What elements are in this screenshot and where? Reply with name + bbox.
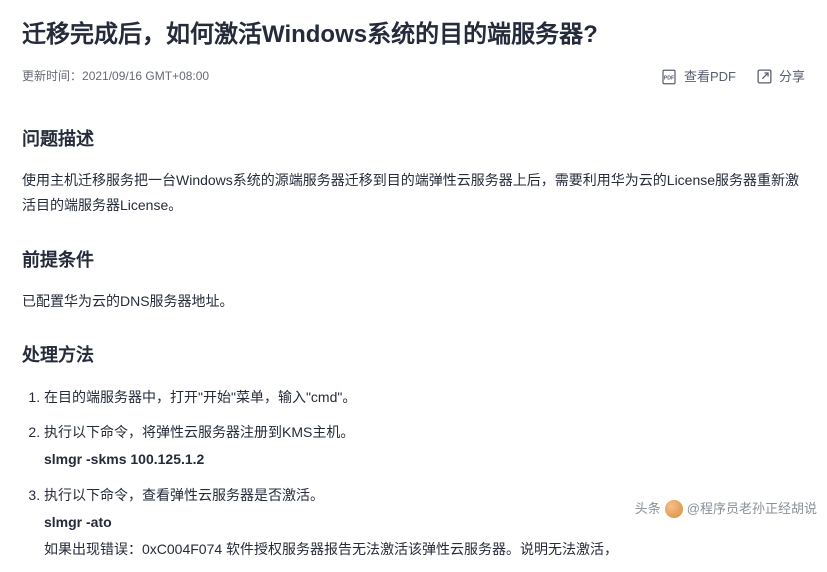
section-problem-body: 使用主机迁移服务把一台Windows系统的源端服务器迁移到目的端弹性云服务器上后… — [22, 168, 805, 218]
meta-row: 更新时间：2021/09/16 GMT+08:00 PDF 查看PDF 分享 — [22, 66, 805, 88]
svg-text:PDF: PDF — [664, 75, 675, 81]
section-prereq-heading: 前提条件 — [22, 245, 805, 276]
section-prereq-body: 已配置华为云的DNS服务器地址。 — [22, 289, 805, 314]
pdf-icon: PDF — [660, 68, 678, 86]
update-label: 更新时间： — [22, 69, 82, 83]
step-3: 执行以下命令，查看弹性云服务器是否激活。 slmgr -ato 如果出现错误：0… — [44, 483, 805, 563]
step-1: 在目的端服务器中，打开"开始"菜单，输入"cmd"。 — [44, 385, 805, 410]
step-text: 执行以下命令，将弹性云服务器注册到KMS主机。 — [44, 424, 354, 440]
step-command: slmgr -skms 100.125.1.2 — [44, 447, 805, 472]
view-pdf-button[interactable]: PDF 查看PDF — [660, 66, 736, 88]
step-2: 执行以下命令，将弹性云服务器注册到KMS主机。 slmgr -skms 100.… — [44, 420, 805, 472]
page-title: 迁移完成后，如何激活Windows系统的目的端服务器? — [22, 18, 805, 52]
step-text: 执行以下命令，查看弹性云服务器是否激活。 — [44, 487, 324, 503]
section-problem-heading: 问题描述 — [22, 124, 805, 155]
share-label: 分享 — [779, 66, 805, 88]
step-command: slmgr -ato — [44, 510, 805, 535]
method-steps: 在目的端服务器中，打开"开始"菜单，输入"cmd"。 执行以下命令，将弹性云服务… — [22, 385, 805, 562]
step-note: 如果出现错误：0xC004F074 软件授权服务器报告无法激活该弹性云服务器。说… — [44, 537, 805, 562]
section-method-heading: 处理方法 — [22, 340, 805, 371]
view-pdf-label: 查看PDF — [684, 66, 736, 88]
update-value: 2021/09/16 GMT+08:00 — [82, 69, 209, 83]
share-icon — [756, 68, 773, 85]
update-time: 更新时间：2021/09/16 GMT+08:00 — [22, 66, 209, 86]
share-button[interactable]: 分享 — [756, 66, 805, 88]
step-text: 在目的端服务器中，打开"开始"菜单，输入"cmd"。 — [44, 389, 356, 405]
